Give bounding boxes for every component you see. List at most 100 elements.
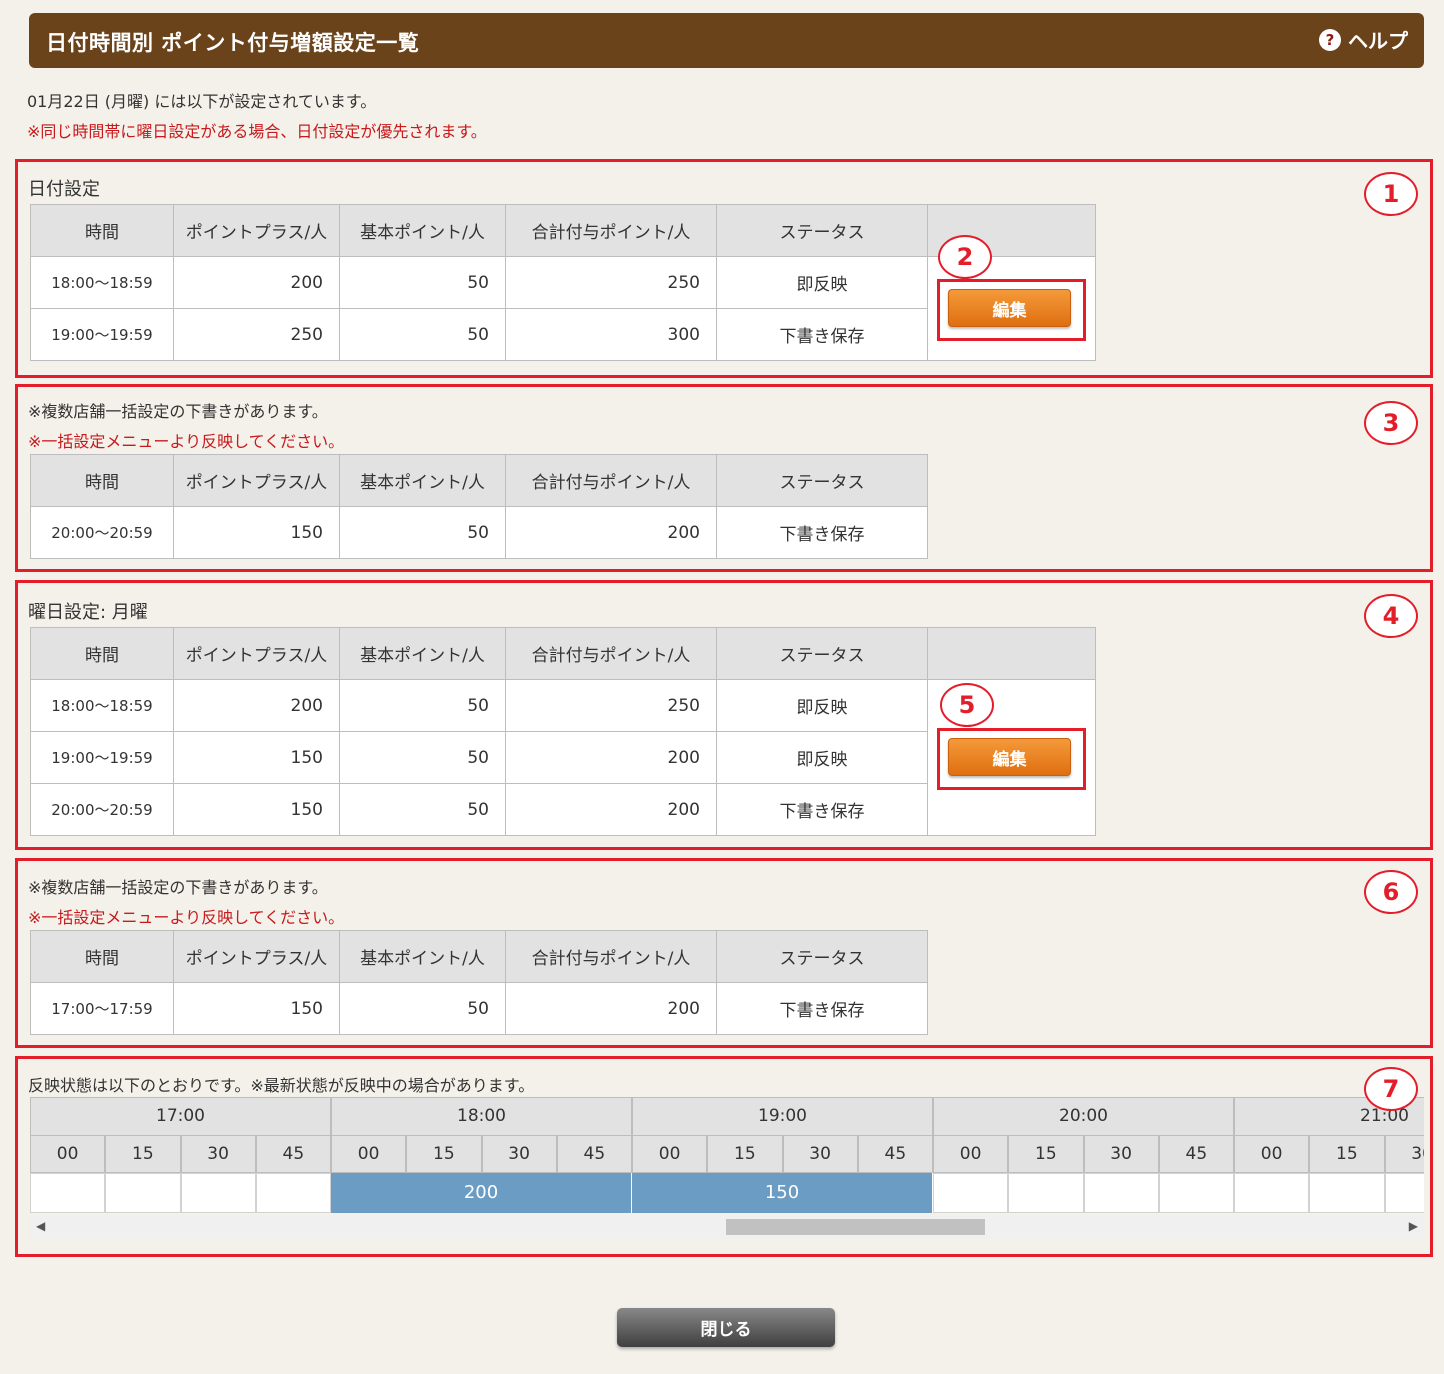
table-row: 18:00〜18:59 200 50 250 即反映: [30, 256, 1096, 361]
annotation-number: 6: [1364, 870, 1418, 914]
page-header: 日付時間別 ポイント付与増額設定一覧 ? ヘルプ: [29, 13, 1424, 68]
weekday-draft-section: ※複数店舗一括設定の下書きがあります。 ※一括設定メニューより反映してください。…: [15, 858, 1433, 1048]
date-draft-table: 時間 ポイントプラス/人 基本ポイント/人 合計付与ポイント/人 ステータス 20:00…: [30, 454, 928, 559]
cell-base: 50: [339, 679, 506, 732]
table-row: 17:00〜17:59 150 50 200 下書き保存: [30, 982, 928, 1035]
scroll-thumb[interactable]: [726, 1219, 985, 1235]
annotation-number: 7: [1364, 1067, 1418, 1111]
date-setting-section: 日付設定 1 時間 ポイントプラス/人 基本ポイント/人 合計付与ポイント/人 ステータ…: [15, 159, 1433, 378]
timeline-hour: 17:00: [30, 1097, 331, 1136]
cell-base: 50: [339, 783, 506, 836]
timeline-quarter: 00: [632, 1135, 708, 1173]
cell-time: 18:00〜18:59: [30, 256, 174, 309]
annotation-number: 3: [1364, 401, 1418, 445]
column-header: 基本ポイント/人: [339, 627, 506, 680]
cell-plus: 200: [173, 679, 340, 732]
timeline-quarter: 00: [933, 1135, 1009, 1173]
column-header: ステータス: [716, 454, 928, 507]
timeline-quarter: 45: [255, 1135, 331, 1173]
timeline-quarter: 30: [1384, 1135, 1424, 1173]
column-header: ポイントプラス/人: [173, 627, 340, 680]
edit-highlight: 編集: [937, 279, 1086, 341]
cell-time: 20:00〜20:59: [30, 783, 174, 836]
annotation-number: 5: [940, 683, 994, 727]
cell-total: 200: [505, 982, 717, 1035]
timeline-quarter: 15: [707, 1135, 783, 1173]
cell-total: 250: [505, 256, 717, 309]
column-header: 時間: [30, 454, 174, 507]
scroll-left-icon[interactable]: ◀: [36, 1219, 45, 1233]
column-header: 基本ポイント/人: [339, 454, 506, 507]
page-title: 日付時間別 ポイント付与増額設定一覧: [46, 31, 420, 55]
timeline-cell: [1309, 1173, 1385, 1213]
annotation-number: 4: [1364, 594, 1418, 638]
timeline-hour: 19:00: [632, 1097, 933, 1136]
cell-status: 下書き保存: [716, 982, 928, 1035]
column-header: 時間: [30, 627, 174, 680]
table-row: 18:00〜18:59 200 50 250 即反映: [30, 679, 1096, 836]
cell-time: 19:00〜19:59: [30, 308, 174, 361]
timeline-quarter: 45: [556, 1135, 632, 1173]
date-info: 01月22日 (月曜) には以下が設定されています。: [27, 92, 377, 111]
column-header: ポイントプラス/人: [173, 930, 340, 983]
column-header: ステータス: [716, 627, 928, 680]
column-header: 時間: [30, 930, 174, 983]
timeline-section: 反映状態は以下のとおりです。※最新状態が反映中の場合があります。 17:00 18…: [15, 1056, 1433, 1257]
cell-total: 200: [505, 783, 717, 836]
cell-status: 即反映: [716, 731, 928, 784]
timeline-quarter: 45: [857, 1135, 933, 1173]
annotation-number: 2: [938, 235, 992, 279]
column-header: 基本ポイント/人: [339, 930, 506, 983]
horizontal-scrollbar[interactable]: ◀ ▶: [30, 1215, 1424, 1239]
column-header: 合計付与ポイント/人: [505, 930, 717, 983]
column-header: 合計付与ポイント/人: [505, 204, 717, 257]
timeline-quarter: 45: [1158, 1135, 1234, 1173]
edit-button[interactable]: 編集: [948, 289, 1071, 327]
close-button[interactable]: 閉じる: [617, 1308, 835, 1347]
cell-total: 200: [505, 506, 717, 559]
timeline-cell: [1158, 1173, 1234, 1213]
cell-time: 17:00〜17:59: [30, 982, 174, 1035]
timeline-quarter: 30: [1083, 1135, 1159, 1173]
timeline-cell: [1234, 1173, 1310, 1213]
timeline-cell: [180, 1173, 256, 1213]
timeline-cell: [1083, 1173, 1159, 1213]
timeline-quarter: 30: [180, 1135, 256, 1173]
edit-button[interactable]: 編集: [948, 738, 1071, 776]
cell-time: 19:00〜19:59: [30, 731, 174, 784]
timeline-quarter: 15: [1008, 1135, 1084, 1173]
scroll-right-icon[interactable]: ▶: [1409, 1219, 1418, 1233]
column-header: 合計付与ポイント/人: [505, 627, 717, 680]
timeline-cell: [1384, 1173, 1424, 1213]
timeline-quarter: 00: [1234, 1135, 1310, 1173]
cell-total: 200: [505, 731, 717, 784]
cell-time: 20:00〜20:59: [30, 506, 174, 559]
timeline-quarter: 15: [1309, 1135, 1385, 1173]
timeline-bar: 200: [331, 1173, 632, 1213]
draft-note: ※複数店舗一括設定の下書きがあります。: [28, 402, 328, 421]
timeline-quarter: 15: [406, 1135, 482, 1173]
section-label: 曜日設定: 月曜: [28, 602, 148, 623]
column-header: ステータス: [716, 204, 928, 257]
action-column-header: [927, 627, 1096, 680]
timeline-grid: 17:00 18:00 19:00 20:00 21:00 00 15 30 45 00 15 30…: [30, 1097, 1424, 1213]
draft-warning: ※一括設定メニューより反映してください。: [28, 908, 345, 927]
priority-note: ※同じ時間帯に曜日設定がある場合、日付設定が優先されます。: [27, 122, 487, 141]
draft-warning: ※一括設定メニューより反映してください。: [28, 432, 345, 451]
cell-plus: 150: [173, 506, 340, 559]
timeline-quarter: 30: [782, 1135, 858, 1173]
timeline-note: 反映状態は以下のとおりです。※最新状態が反映中の場合があります。: [28, 1076, 535, 1095]
timeline-hour: 20:00: [933, 1097, 1234, 1136]
weekday-setting-section: 曜日設定: 月曜 4 時間 ポイントプラス/人 基本ポイント/人 合計付与ポイント/人…: [15, 580, 1433, 850]
column-header: 基本ポイント/人: [339, 204, 506, 257]
weekday-draft-table: 時間 ポイントプラス/人 基本ポイント/人 合計付与ポイント/人 ステータス 17:00…: [30, 930, 928, 1035]
table-header-row: 時間 ポイントプラス/人 基本ポイント/人 合計付与ポイント/人 ステータス: [30, 454, 928, 507]
cell-total: 300: [505, 308, 717, 361]
cell-status: 下書き保存: [716, 308, 928, 361]
table-header-row: 時間 ポイントプラス/人 基本ポイント/人 合計付与ポイント/人 ステータス: [30, 930, 928, 983]
help-link[interactable]: ? ヘルプ: [1319, 25, 1408, 54]
timeline-hour: 18:00: [331, 1097, 632, 1136]
table-header-row: 時間 ポイントプラス/人 基本ポイント/人 合計付与ポイント/人 ステータス: [30, 627, 1096, 680]
timeline-quarter: 00: [331, 1135, 407, 1173]
section-label: 日付設定: [28, 179, 100, 200]
